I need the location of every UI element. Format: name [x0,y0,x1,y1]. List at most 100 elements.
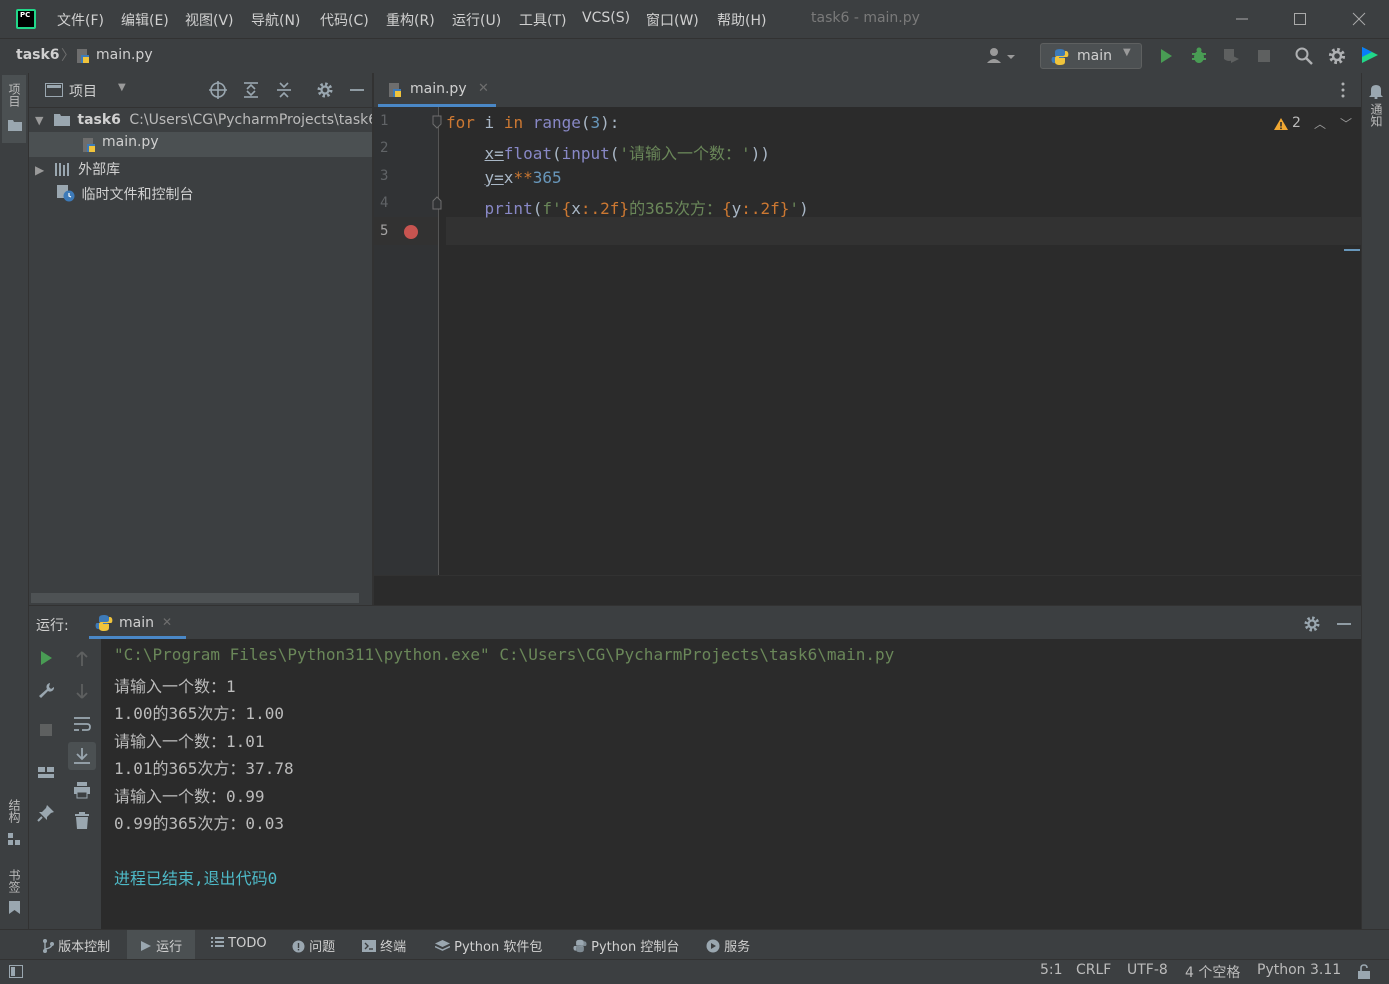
menu-tools[interactable]: 工具(T) [519,10,566,30]
settings-gear-icon[interactable] [1327,46,1347,66]
bookmark-icon [9,901,20,914]
menu-run[interactable]: 运行(U) [452,10,501,30]
chevron-up-icon[interactable]: ︿ [1314,115,1326,132]
more-options-icon[interactable] [1340,82,1346,98]
arrow-up-icon[interactable] [73,650,91,668]
tool-button-version-control[interactable]: 版本控制 [42,936,110,955]
external-libraries-label: 外部库 [78,162,121,178]
menu-navigate[interactable]: 导航(N) [251,10,300,30]
breadcrumb-project[interactable]: task6 [16,47,60,63]
line-number: 2 [380,140,389,156]
menu-edit[interactable]: 编辑(E) [121,10,169,30]
tool-button-services[interactable]: 服务 [706,936,750,955]
run-icon[interactable] [1156,46,1176,66]
bookmarks-tool-window-button[interactable]: 书签 [2,863,26,919]
soft-wrap-icon[interactable] [73,715,91,733]
menu-view[interactable]: 视图(V) [185,10,234,30]
breadcrumb-file[interactable]: main.py [96,47,153,63]
maximize-button[interactable] [1288,8,1312,30]
chevron-down-icon[interactable]: ▼ [118,82,126,93]
collapse-all-icon[interactable] [275,81,293,99]
jetbrains-toolbox-icon[interactable] [1360,45,1380,65]
menu-vcs[interactable]: VCS(S) [582,10,630,26]
notifications-stripe-label[interactable]: 通知 [1368,103,1385,127]
notifications-bell-icon[interactable] [1369,83,1383,99]
python-interpreter[interactable]: Python 3.11 [1257,962,1341,978]
menu-code[interactable]: 代码(C) [320,10,369,30]
hide-panel-icon[interactable] [1335,615,1353,633]
tool-label: 问题 [309,940,336,955]
search-icon[interactable] [1294,46,1314,66]
tab-main-py[interactable]: main.py ✕ [378,73,496,107]
lock-open-icon[interactable] [1357,964,1371,979]
settings-gear-icon[interactable] [316,81,334,99]
code-editor[interactable]: 1 2 3 4 5 for i in range(3): x=float(inp… [374,107,1361,575]
menu-file[interactable]: 文件(F) [57,10,104,30]
bottom-tool-window-bar: 版本控制 运行 TODO 问题 终端 Python 软件包 Python 控制台… [0,929,1389,960]
run-tab-main[interactable]: main ✕ [89,606,186,639]
tree-row-external-libraries[interactable]: ▶ 外部库 [35,158,120,182]
print-icon[interactable] [73,781,91,799]
tree-row-main-py[interactable]: main.py [29,132,372,157]
arrow-down-icon[interactable] [73,682,91,700]
menu-refactor[interactable]: 重构(R) [386,10,435,30]
minimize-button[interactable] [1230,8,1254,30]
tool-button-run[interactable]: 运行 [140,936,182,955]
tool-button-terminal[interactable]: 终端 [362,936,406,955]
warning-count[interactable]: 2 [1292,115,1301,131]
terminal-icon [362,940,376,952]
trash-icon[interactable] [73,812,91,830]
tool-button-todo[interactable]: TODO [211,936,267,951]
expand-all-icon[interactable] [242,81,260,99]
tool-button-python-console[interactable]: Python 控制台 [573,936,679,955]
caret-position[interactable]: 5:1 [1040,962,1063,978]
menu-window[interactable]: 窗口(W) [646,10,699,30]
line-separator[interactable]: CRLF [1076,962,1111,978]
pin-icon[interactable] [37,804,55,822]
rerun-icon[interactable] [37,649,55,667]
toggle-tool-windows-icon[interactable] [9,965,23,978]
project-panel-title[interactable]: 项目 [69,81,97,101]
run-configuration-dropdown[interactable]: main ▼ [1040,43,1142,69]
tab-close-icon[interactable]: ✕ [478,81,489,96]
run-console-output[interactable]: "C:\Program Files\Python311\python.exe" … [101,639,1361,929]
chevron-down-icon[interactable]: ﹀ [1340,115,1352,132]
fold-end-icon[interactable] [432,196,442,210]
close-button[interactable] [1347,8,1371,30]
coverage-icon[interactable] [1221,46,1241,66]
console-line: 请输入一个数：0.99 [114,787,265,806]
logo-text: PC [18,11,34,27]
indent-setting[interactable]: 4 个空格 [1185,962,1240,982]
file-encoding[interactable]: UTF-8 [1127,962,1168,978]
fold-marker-icon[interactable] [432,115,442,129]
wrench-icon[interactable] [37,681,55,699]
breakpoint-icon[interactable] [404,225,418,239]
warning-icon[interactable] [1273,117,1289,131]
stop-icon[interactable] [1254,46,1274,66]
layout-icon[interactable] [37,763,55,781]
minimize-icon [1236,18,1248,20]
tree-row-project-root[interactable]: ▼ task6 C:\Users\CG\PycharmProjects\task… [35,108,377,132]
hide-panel-icon[interactable] [348,81,366,99]
tab-close-icon[interactable]: ✕ [162,615,172,629]
scroll-to-end-icon [74,748,90,764]
locate-target-icon[interactable] [209,81,227,99]
debug-icon[interactable] [1189,46,1209,66]
tool-button-python-packages[interactable]: Python 软件包 [434,936,542,955]
python-icon [95,615,113,631]
menu-help[interactable]: 帮助(H) [717,10,766,30]
folder-icon [53,114,70,126]
run-icon [141,941,151,951]
console-line: 请输入一个数：1.01 [114,732,265,751]
navigation-bar: task6 〉 main.py main ▼ [0,38,1389,74]
project-tool-window-button[interactable]: 项目 [2,75,26,143]
settings-gear-icon[interactable] [1303,615,1321,633]
structure-tool-window-button[interactable]: 结构 [2,793,26,853]
tool-button-problems[interactable]: 问题 [292,936,335,955]
tree-row-scratches[interactable]: 临时文件和控制台 [57,183,193,207]
scroll-to-end-button[interactable] [68,742,96,770]
user-icon[interactable] [985,47,1015,65]
stop-icon[interactable] [37,721,55,739]
horizontal-scrollbar[interactable] [31,593,359,603]
